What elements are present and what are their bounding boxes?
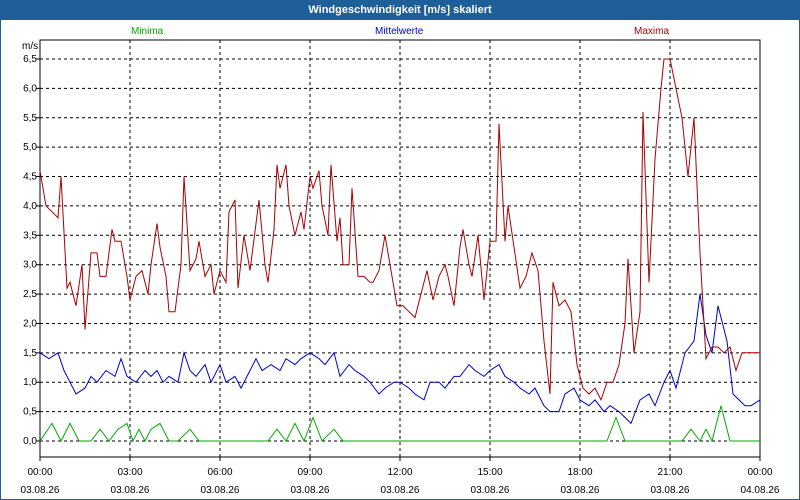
x-tick-time: 12:00 xyxy=(387,467,412,478)
x-tick-date: 04.08.26 xyxy=(741,485,780,496)
y-tick-label: 5,0 xyxy=(23,142,37,153)
y-tick-label: 4,0 xyxy=(23,201,37,212)
y-tick-label: 0,5 xyxy=(23,407,37,418)
x-tick-date: 03.08.26 xyxy=(651,485,690,496)
line-chart: 0,0 0,5 1,0 1,5 2,0 2,5 3,0 3,5 4,0 4,5 5,0 5,5 6,0 6… xyxy=(21,39,780,496)
y-tick-label: 6,5 xyxy=(23,54,37,65)
y-tick-label: 0,0 xyxy=(23,436,37,447)
y-tick-label: 3,5 xyxy=(23,230,37,241)
grid-lines xyxy=(40,40,760,457)
x-tick-time: 00:00 xyxy=(747,467,772,478)
x-tick-date: 03.08.26 xyxy=(561,485,600,496)
y-tick-label: 1,5 xyxy=(23,348,37,359)
x-tick-date: 03.08.26 xyxy=(471,485,510,496)
y-tick-label: 1,0 xyxy=(23,377,37,388)
x-tick-date: 03.08.26 xyxy=(291,485,330,496)
y-tick-label: 2,5 xyxy=(23,289,37,300)
series-line-minima xyxy=(39,405,760,443)
x-tick-time: 06:00 xyxy=(207,467,232,478)
x-tick-time: 00:00 xyxy=(27,467,52,478)
x-tick-time: 21:00 xyxy=(657,467,682,478)
x-tick-time: 09:00 xyxy=(297,467,322,478)
y-tick-label: 6,0 xyxy=(23,83,37,94)
x-tick-time: 03:00 xyxy=(117,467,142,478)
x-tick-date: 03.08.26 xyxy=(21,485,60,496)
y-tick-label: 2,0 xyxy=(23,318,37,329)
x-tick-date: 03.08.26 xyxy=(201,485,240,496)
y-tick-label: 4,5 xyxy=(23,172,37,183)
x-tick-time: 15:00 xyxy=(477,467,502,478)
x-tick-date: 03.08.26 xyxy=(111,485,150,496)
x-tick-time: 18:00 xyxy=(567,467,592,478)
x-tick-date: 03.08.26 xyxy=(381,485,420,496)
y-tick-label: 5,5 xyxy=(23,113,37,124)
y-tick-label: 3,0 xyxy=(23,260,37,271)
